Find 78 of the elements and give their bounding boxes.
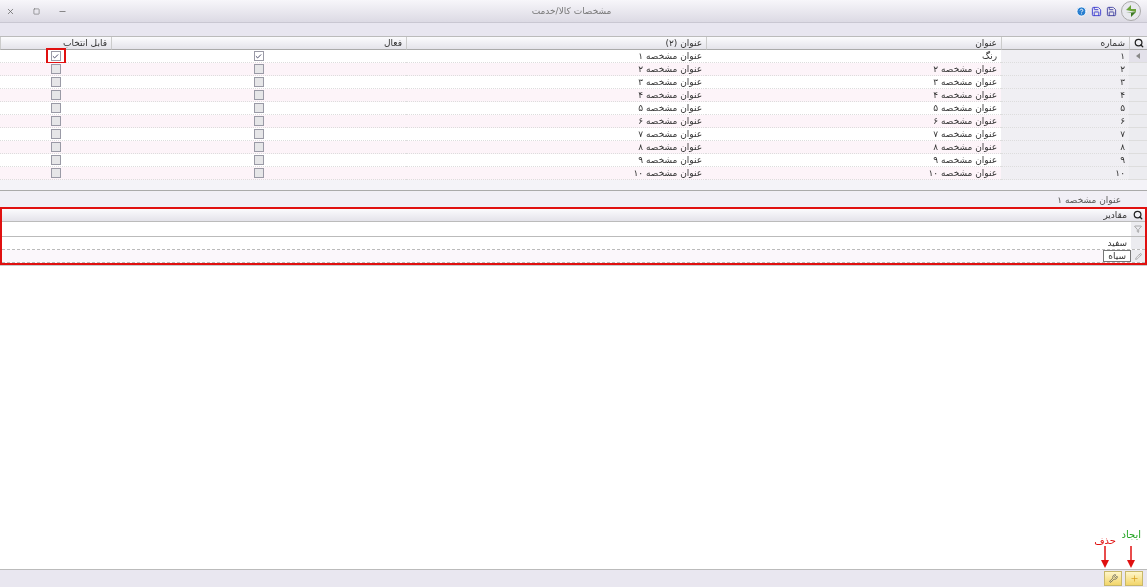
checkbox[interactable] (253, 155, 264, 165)
table-cell: عنوان مشخصه ۲ (706, 63, 1001, 76)
checkbox[interactable] (50, 168, 61, 178)
checkbox[interactable] (253, 129, 264, 139)
table-cell: عنوان مشخصه ۶ (706, 115, 1001, 128)
column-header[interactable]: فعال (111, 37, 406, 50)
table-cell: ۹ (1001, 154, 1129, 167)
table-cell: عنوان مشخصه ۱۰ (406, 167, 706, 180)
table-cell-text: سفید (1106, 238, 1128, 248)
column-header[interactable]: شماره (1001, 37, 1129, 50)
table-cell: رنگ (706, 50, 1001, 63)
checkbox[interactable] (253, 116, 264, 126)
checkbox[interactable] (253, 64, 264, 74)
checkbox[interactable] (50, 77, 61, 87)
table-cell: عنوان مشخصه ۳ (706, 76, 1001, 89)
callout-label: ایجاد (1121, 529, 1141, 540)
checkbox[interactable] (50, 64, 61, 74)
checkbox[interactable] (50, 142, 61, 152)
table-cell: عنوان مشخصه ۶ (406, 115, 706, 128)
arrow (1127, 546, 1136, 568)
table-cell: عنوان مشخصه ۵ (406, 102, 706, 115)
add-button[interactable] (1125, 571, 1143, 586)
table-cell: عنوان مشخصه ۲ (406, 63, 706, 76)
restore-icon[interactable] (33, 7, 40, 15)
table-cell: ۵ (1001, 102, 1129, 115)
checkbox[interactable] (253, 77, 264, 87)
table-cell: عنوان مشخصه ۷ (706, 128, 1001, 141)
table-cell: عنوان مشخصه ۵ (706, 102, 1001, 115)
plus-icon (1129, 574, 1139, 583)
checkbox[interactable] (253, 142, 264, 152)
checkbox[interactable] (253, 90, 264, 100)
table-cell: عنوان مشخصه ۷ (406, 128, 706, 141)
save-icon[interactable] (1106, 5, 1117, 17)
caption: عنوان مشخصه ۱ (1056, 194, 1122, 205)
table-cell: ۸ (1001, 141, 1129, 154)
checkbox[interactable] (50, 129, 61, 139)
table-cell: ۶ (1001, 115, 1129, 128)
arrow (1101, 546, 1110, 568)
table-cell: ۷ (1001, 128, 1129, 141)
table-cell: ۱۰ (1001, 167, 1129, 180)
window-title: مشخصات کالا/خدمت (531, 6, 612, 16)
table-cell: ۳ (1001, 76, 1129, 89)
checkbox[interactable] (50, 90, 61, 100)
callout-label: حذف (1094, 535, 1116, 546)
checkbox[interactable] (253, 103, 264, 113)
table-cell: عنوان مشخصه ۱۰ (706, 167, 1001, 180)
delete-button[interactable] (1104, 571, 1122, 586)
checkbox[interactable] (253, 51, 264, 61)
table-cell: عنوان مشخصه ۴ (706, 89, 1001, 102)
input-field[interactable]: سیاه (1103, 250, 1131, 262)
table-cell: عنوان مشخصه ۹ (406, 154, 706, 167)
checkbox[interactable] (50, 103, 61, 113)
table-cell: عنوان مشخصه ۹ (706, 154, 1001, 167)
save-icon[interactable] (1091, 5, 1102, 17)
checkbox[interactable] (253, 168, 264, 178)
table-cell: عنوان مشخصه ۸ (406, 141, 706, 154)
checkbox[interactable] (50, 51, 61, 61)
table-cell: عنوان مشخصه ۱ (406, 50, 706, 63)
filter-icon[interactable] (1134, 225, 1142, 233)
help-icon[interactable] (1076, 5, 1087, 17)
column-header[interactable]: عنوان (706, 37, 1001, 50)
app-logo-icon[interactable] (1121, 1, 1141, 21)
table-cell: ۱ (1001, 50, 1129, 63)
table-cell: ۲ (1001, 63, 1129, 76)
table-cell: عنوان مشخصه ۴ (406, 89, 706, 102)
wrench-icon (1108, 574, 1118, 583)
search-icon[interactable] (1133, 38, 1144, 48)
checkbox[interactable] (50, 116, 61, 126)
column-header[interactable]: مقادیر (1099, 210, 1131, 220)
checkbox[interactable] (50, 155, 61, 165)
column-header[interactable]: قابل انتخاب (0, 37, 111, 50)
table-cell: ۴ (1001, 89, 1129, 102)
pointer-icon (1136, 53, 1140, 59)
table-cell: عنوان مشخصه ۳ (406, 76, 706, 89)
close-icon[interactable] (6, 6, 15, 16)
search-icon[interactable] (1133, 210, 1143, 220)
table-cell: عنوان مشخصه ۸ (706, 141, 1001, 154)
column-header[interactable]: عنوان (۲) (406, 37, 706, 50)
